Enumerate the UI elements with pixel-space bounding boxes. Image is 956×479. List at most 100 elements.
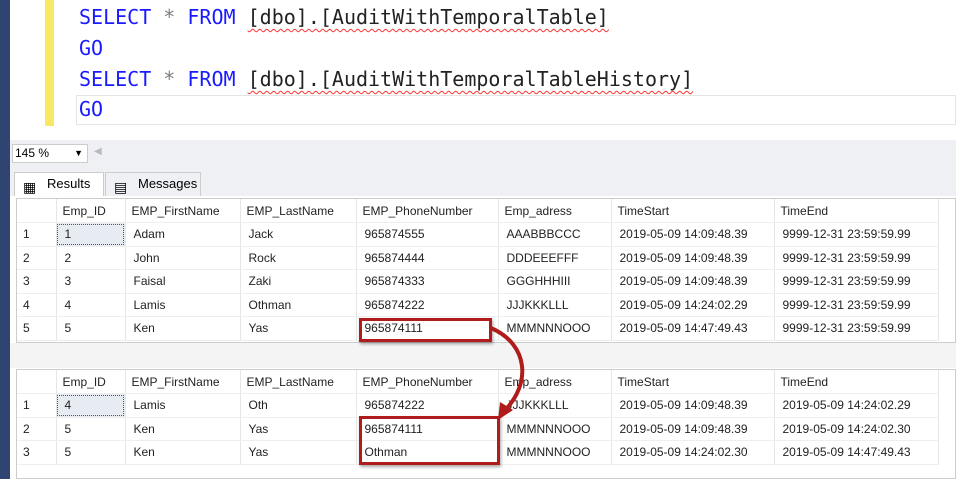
table-cell[interactable]: Ken	[125, 440, 241, 465]
scroll-left-icon[interactable]: ◀	[94, 146, 102, 157]
table-row[interactable]: 1 1 Adam Jack 965874555 AAABBBCCC 2019-05-09 1…	[17, 222, 939, 247]
row-number[interactable]: 1	[17, 222, 57, 247]
table-cell[interactable]: Rock	[240, 246, 357, 270]
table-cell[interactable]: 9999-12-31 23:59:59.99	[774, 293, 939, 317]
grid-separator	[10, 343, 956, 368]
table-cell[interactable]: 5	[56, 316, 126, 341]
table-cell[interactable]: 965874222	[356, 393, 499, 418]
table-cell[interactable]: 2019-05-09 14:09:48.39	[611, 246, 775, 270]
table-identifier: [dbo].[AuditWithTemporalTableHistory]	[247, 67, 694, 91]
column-header[interactable]: TimeStart	[611, 199, 775, 223]
table-cell[interactable]: Yas	[240, 440, 357, 465]
table-cell[interactable]: MMMNNNOOO	[498, 417, 612, 441]
table-cell[interactable]: 2019-05-09 14:09:48.39	[611, 417, 775, 441]
zoom-dropdown[interactable]: 145 % ▼	[12, 144, 88, 163]
table-cell[interactable]: Jack	[240, 222, 357, 247]
zoom-bar: 145 % ▼ ◀	[10, 140, 956, 166]
table-cell[interactable]: 965874333	[356, 269, 499, 294]
table-cell[interactable]: 3	[56, 269, 126, 294]
table-cell[interactable]: 1	[56, 222, 126, 247]
table-cell[interactable]: John	[125, 246, 241, 270]
table-cell[interactable]: MMMNNNOOO	[498, 316, 612, 341]
table-cell[interactable]: 2019-05-09 14:24:02.29	[611, 293, 775, 317]
column-header[interactable]: EMP_PhoneNumber	[356, 370, 499, 394]
column-header[interactable]: Emp_adress	[498, 370, 612, 394]
table-cell[interactable]: Lamis	[125, 393, 241, 418]
column-header[interactable]: EMP_PhoneNumber	[356, 199, 499, 223]
row-number[interactable]: 3	[17, 269, 57, 294]
table-row[interactable]: 1 4 Lamis Oth 965874222 JJJKKKLLL 2019-05-09 1…	[17, 393, 939, 418]
column-header[interactable]: EMP_FirstName	[125, 199, 241, 223]
table-cell[interactable]: 4	[56, 293, 126, 317]
table-cell[interactable]: Yas	[240, 417, 357, 441]
table-cell[interactable]: 2019-05-09 14:09:48.39	[611, 222, 775, 247]
code-line[interactable]: GO	[79, 95, 115, 123]
table-cell[interactable]: 2019-05-09 14:47:49.43	[611, 316, 775, 341]
table-cell[interactable]: JJJKKKLLL	[498, 293, 612, 317]
table-row[interactable]: 3 3 Faisal Zaki 965874333 GGGHHHIII 2019-05-09…	[17, 269, 939, 294]
current-line-highlight	[76, 95, 956, 125]
table-cell[interactable]: 965874444	[356, 246, 499, 270]
table-cell[interactable]: 9999-12-31 23:59:59.99	[774, 269, 939, 294]
table-cell[interactable]: 9999-12-31 23:59:59.99	[774, 222, 939, 247]
table-cell[interactable]: 2019-05-09 14:24:02.30	[774, 417, 939, 441]
row-number[interactable]: 4	[17, 293, 57, 317]
table-cell[interactable]: DDDEEEFFF	[498, 246, 612, 270]
column-header[interactable]: Emp_adress	[498, 199, 612, 223]
tab-messages[interactable]: ▤ Messages	[105, 172, 201, 196]
code-line[interactable]: SELECT * FROM [dbo].[AuditWithTemporalTa…	[79, 3, 609, 31]
change-tracking-gutter	[45, 0, 54, 126]
column-header[interactable]: Emp_ID	[56, 370, 126, 394]
table-cell[interactable]: 2019-05-09 14:24:02.29	[774, 393, 939, 418]
row-number[interactable]: 2	[17, 246, 57, 270]
table-cell[interactable]: Adam	[125, 222, 241, 247]
table-cell[interactable]: 2019-05-09 14:24:02.30	[611, 440, 775, 465]
table-cell[interactable]: 2	[56, 246, 126, 270]
table-cell[interactable]: Zaki	[240, 269, 357, 294]
table-cell[interactable]: 5	[56, 417, 126, 441]
column-header[interactable]: TimeStart	[611, 370, 775, 394]
table-cell[interactable]: Oth	[240, 393, 357, 418]
sql-keyword: SELECT	[79, 5, 152, 29]
row-number[interactable]: 2	[17, 417, 57, 441]
table-cell[interactable]: AAABBBCCC	[498, 222, 612, 247]
row-number[interactable]: 5	[17, 316, 57, 341]
code-line[interactable]: SELECT * FROM [dbo].[AuditWithTemporalTa…	[79, 65, 693, 93]
table-cell[interactable]: 965874222	[356, 293, 499, 317]
column-header[interactable]: EMP_FirstName	[125, 370, 241, 394]
table-cell[interactable]: Lamis	[125, 293, 241, 317]
code-line[interactable]: GO	[79, 34, 115, 62]
column-header[interactable]	[17, 199, 57, 223]
table-cell[interactable]: 9999-12-31 23:59:59.99	[774, 316, 939, 341]
column-header[interactable]: Emp_ID	[56, 199, 126, 223]
table-cell[interactable]: 965874555	[356, 222, 499, 247]
row-number[interactable]: 1	[17, 393, 57, 418]
tab-results[interactable]: ▦ Results	[14, 172, 104, 196]
table-cell[interactable]: 2019-05-09 14:47:49.43	[774, 440, 939, 465]
sql-keyword: GO	[79, 97, 104, 121]
table-cell[interactable]: 5	[56, 440, 126, 465]
table-row[interactable]: 4 4 Lamis Othman 965874222 JJJKKKLLL 2019-05-0…	[17, 293, 939, 317]
table-cell[interactable]: Faisal	[125, 269, 241, 294]
sql-keyword: FROM	[187, 5, 236, 29]
table-cell[interactable]: JJJKKKLLL	[498, 393, 612, 418]
table-row[interactable]: 2 2 John Rock 965874444 DDDEEEFFF 2019-05-09 1…	[17, 246, 939, 270]
table-cell[interactable]: Ken	[125, 417, 241, 441]
column-header[interactable]: TimeEnd	[774, 199, 939, 223]
table-cell[interactable]: Yas	[240, 316, 357, 341]
row-number[interactable]: 3	[17, 440, 57, 465]
table-cell[interactable]: 2019-05-09 14:09:48.39	[611, 393, 775, 418]
table-cell[interactable]: MMMNNNOOO	[498, 440, 612, 465]
column-header[interactable]: EMP_LastName	[240, 199, 357, 223]
table-cell[interactable]: Othman	[240, 293, 357, 317]
column-header[interactable]: EMP_LastName	[240, 370, 357, 394]
chevron-down-icon: ▼	[74, 148, 83, 158]
table-cell[interactable]: 9999-12-31 23:59:59.99	[774, 246, 939, 270]
table-cell[interactable]: 2019-05-09 14:09:48.39	[611, 269, 775, 294]
sql-keyword: FROM	[187, 67, 236, 91]
column-header[interactable]	[17, 370, 57, 394]
column-header[interactable]: TimeEnd	[774, 370, 939, 394]
table-cell[interactable]: 4	[56, 393, 126, 418]
table-cell[interactable]: GGGHHHIII	[498, 269, 612, 294]
table-cell[interactable]: Ken	[125, 316, 241, 341]
